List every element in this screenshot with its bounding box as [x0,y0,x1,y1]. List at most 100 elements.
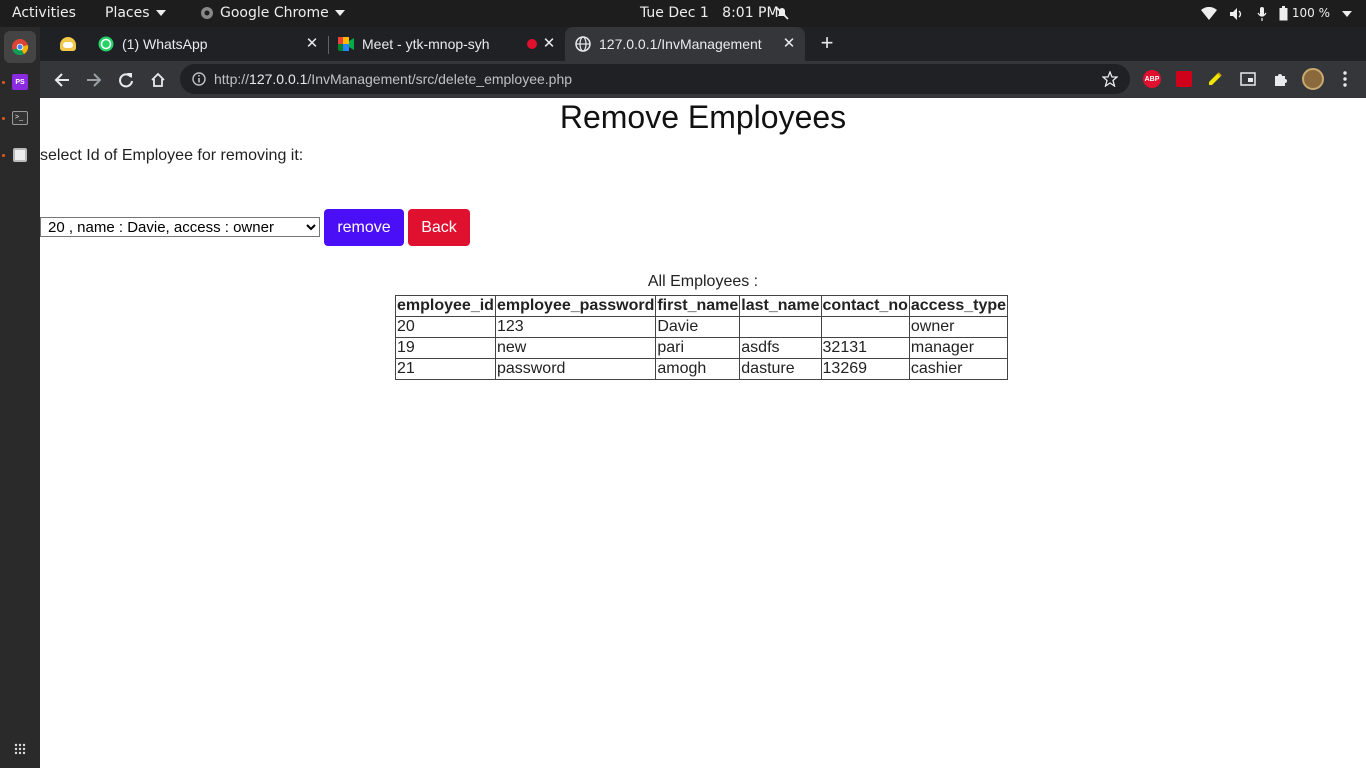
close-icon[interactable]: ✕ [304,36,320,52]
column-header: first_name [655,295,741,317]
dock-terminal[interactable]: >_ [4,102,36,134]
table-cell: new [494,337,657,359]
address-bar[interactable]: http://127.0.0.1/InvManagement/src/delet… [180,64,1130,94]
info-icon [192,72,206,86]
reload-button[interactable] [112,66,140,94]
adblock-icon: ABP [1143,70,1161,88]
browser-toolbar: http://127.0.0.1/InvManagement/src/delet… [40,61,1366,98]
pen-extension-icon [1176,71,1192,87]
back-button[interactable]: Back [408,209,470,246]
more-vertical-icon [1343,71,1347,87]
url-path: /InvManagement/src/delete_employee.php [307,71,573,87]
adblock-extension[interactable]: ABP [1142,69,1162,89]
highlighter-extension[interactable] [1205,69,1225,89]
battery-icon [1279,6,1288,21]
profile-button[interactable] [1302,68,1324,90]
tab-meet[interactable]: Meet - ytk-mnop-syh ✕ [330,27,565,61]
remove-button[interactable]: remove [324,209,404,246]
instruction-text: select Id of Employee for removing it: [40,147,304,164]
pinned-app-icon [60,37,76,51]
dock-chrome[interactable] [4,31,36,63]
phpstorm-icon: PS [12,74,28,90]
table-cell: 123 [494,316,657,338]
table-header-row: employee_id employee_password first_name… [395,295,1009,317]
table-cell: asdfs [739,337,822,359]
table-cell: password [494,358,657,380]
avatar [1302,68,1324,90]
chevron-down-icon [1342,10,1352,17]
table-row: 21 password amogh dasture 13269 cashier [395,358,1009,380]
url-scheme: http:// [214,71,250,87]
clock[interactable]: Tue Dec 1 8:01 PM [640,0,779,27]
table-row: 19 new pari asdfs 32131 manager [395,337,1009,359]
table-cell [820,316,910,338]
url-text: http://127.0.0.1/InvManagement/src/delet… [214,64,572,94]
employees-table: employee_id employee_password first_name… [395,295,1009,380]
employee-select[interactable]: 20 , name : Davie, access : owner [40,217,320,237]
column-header: contact_no [820,295,910,317]
tab-whatsapp[interactable]: (1) WhatsApp ✕ [88,27,328,61]
extensions-button[interactable] [1270,69,1290,89]
table-cell: cashier [908,358,1009,380]
plus-icon: + [820,30,834,55]
forward-nav-button[interactable] [80,66,108,94]
table-cell: Davie [655,316,741,338]
meet-icon [338,37,354,51]
tab-title: (1) WhatsApp [122,36,208,52]
table-cell: amogh [655,358,741,380]
table-cell: 32131 [820,337,910,359]
terminal-icon: >_ [12,111,28,125]
tab-pinned[interactable] [48,27,88,61]
chevron-down-icon [334,10,345,16]
places-menu[interactable]: Places [105,0,166,27]
table-cell: dasture [739,358,822,380]
tab-title: Meet - ytk-mnop-syh [362,36,490,52]
window-icon [13,148,27,162]
tab-invmanagement[interactable]: 127.0.0.1/InvManagement ✕ [565,27,805,61]
table-cell: 20 [395,316,496,338]
battery-level: 100 % [1291,6,1330,20]
column-header: employee_id [395,295,496,317]
column-header: last_name [739,295,822,317]
notifications-off-icon [775,6,789,20]
column-header: employee_password [494,295,657,317]
table-cell: pari [655,337,741,359]
system-tray[interactable]: 100 % [1200,0,1352,27]
star-icon[interactable] [1102,71,1118,87]
home-icon [151,72,165,87]
table-cell [739,316,822,338]
media-extension[interactable] [1238,69,1258,89]
chrome-menu-button[interactable] [1335,69,1355,89]
close-icon[interactable]: ✕ [541,36,557,52]
app-menu[interactable]: Google Chrome [200,0,345,27]
arrow-left-icon [54,73,69,87]
chevron-down-icon [155,10,166,16]
whatsapp-icon [98,36,114,52]
dock-phpstorm[interactable]: PS [4,66,36,98]
tab-title: 127.0.0.1/InvManagement [599,36,762,52]
show-applications-button[interactable] [4,733,36,765]
dock-app[interactable] [4,139,36,171]
back-nav-button[interactable] [48,66,76,94]
table-cell: owner [908,316,1009,338]
home-button[interactable] [144,66,172,94]
table-caption: All Employees : [647,273,759,290]
tab-strip: (1) WhatsApp ✕ Meet - ytk-mnop-syh ✕ 127… [40,27,1366,61]
chrome-icon [12,39,29,56]
table-row: 20 123 Davie owner [395,316,1009,338]
activities-button[interactable]: Activities [12,0,76,27]
close-icon[interactable]: ✕ [781,36,797,52]
puzzle-icon [1275,74,1287,86]
system-top-bar: Activities Places Google Chrome Tue Dec … [0,0,1366,27]
reload-icon [119,73,133,88]
highlighter-icon [1209,72,1222,85]
new-tab-button[interactable]: + [815,32,839,56]
table-cell: manager [908,337,1009,359]
extension-red[interactable] [1174,69,1194,89]
page-content: Remove Employees select Id of Employee f… [40,98,1366,768]
page-title: Remove Employees [559,99,847,135]
url-host: 127.0.0.1 [249,71,308,87]
column-header: access_type [908,295,1009,317]
globe-icon [575,36,591,52]
table-cell: 13269 [820,358,910,380]
